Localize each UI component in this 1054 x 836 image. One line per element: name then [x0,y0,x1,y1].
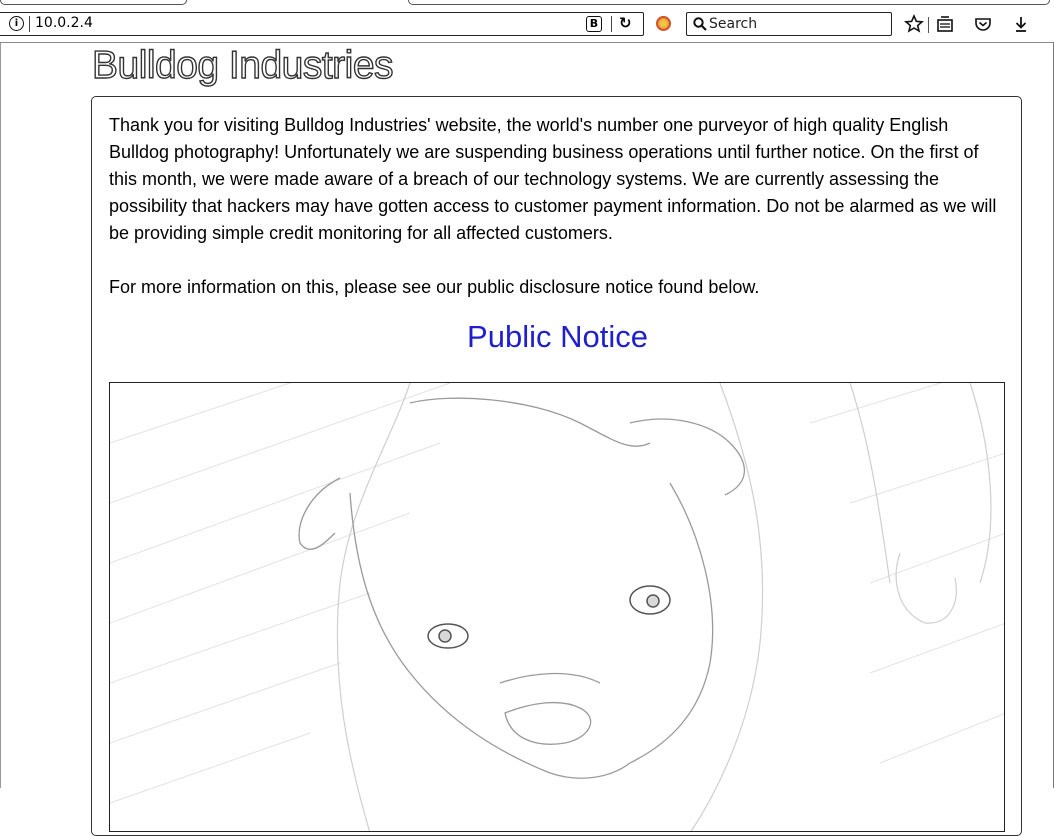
reload-icon[interactable]: ↻ [619,14,632,32]
browser-tab[interactable] [408,0,1050,5]
pocket-icon[interactable] [973,14,993,34]
bulldog-photo [109,382,1005,832]
bookmark-star-icon[interactable] [904,14,924,34]
page-content: Bulldog Industries Thank you for visitin… [0,43,1054,836]
divider [29,16,30,32]
library-icon[interactable] [935,14,955,34]
search-icon [693,17,707,31]
browser-toolbar: i 10.0.2.4 B ↻ [0,7,1054,43]
browser-tab[interactable] [0,0,187,5]
divider [928,17,929,33]
divider [611,16,612,32]
search-input[interactable] [709,15,879,33]
url-text[interactable]: 10.0.2.4 [35,15,93,31]
viewport-border [0,43,1,788]
notice-panel: Thank you for visiting Bulldog Industrie… [91,96,1022,836]
site-title: Bulldog Industries [91,43,394,87]
address-bar[interactable]: i 10.0.2.4 B ↻ [0,12,644,36]
tab-strip [0,0,1054,7]
intro-paragraph: Thank you for visiting Bulldog Industrie… [109,115,997,243]
reader-view-icon[interactable]: B [586,16,602,32]
addon-icon[interactable] [656,16,671,31]
bulldog-sketch [110,383,1004,831]
public-notice-link[interactable]: Public Notice [92,319,1023,355]
info-icon[interactable]: i [9,16,24,31]
download-icon[interactable] [1011,14,1031,34]
disclosure-paragraph: For more information on this, please see… [109,277,760,297]
search-box[interactable] [686,12,892,36]
